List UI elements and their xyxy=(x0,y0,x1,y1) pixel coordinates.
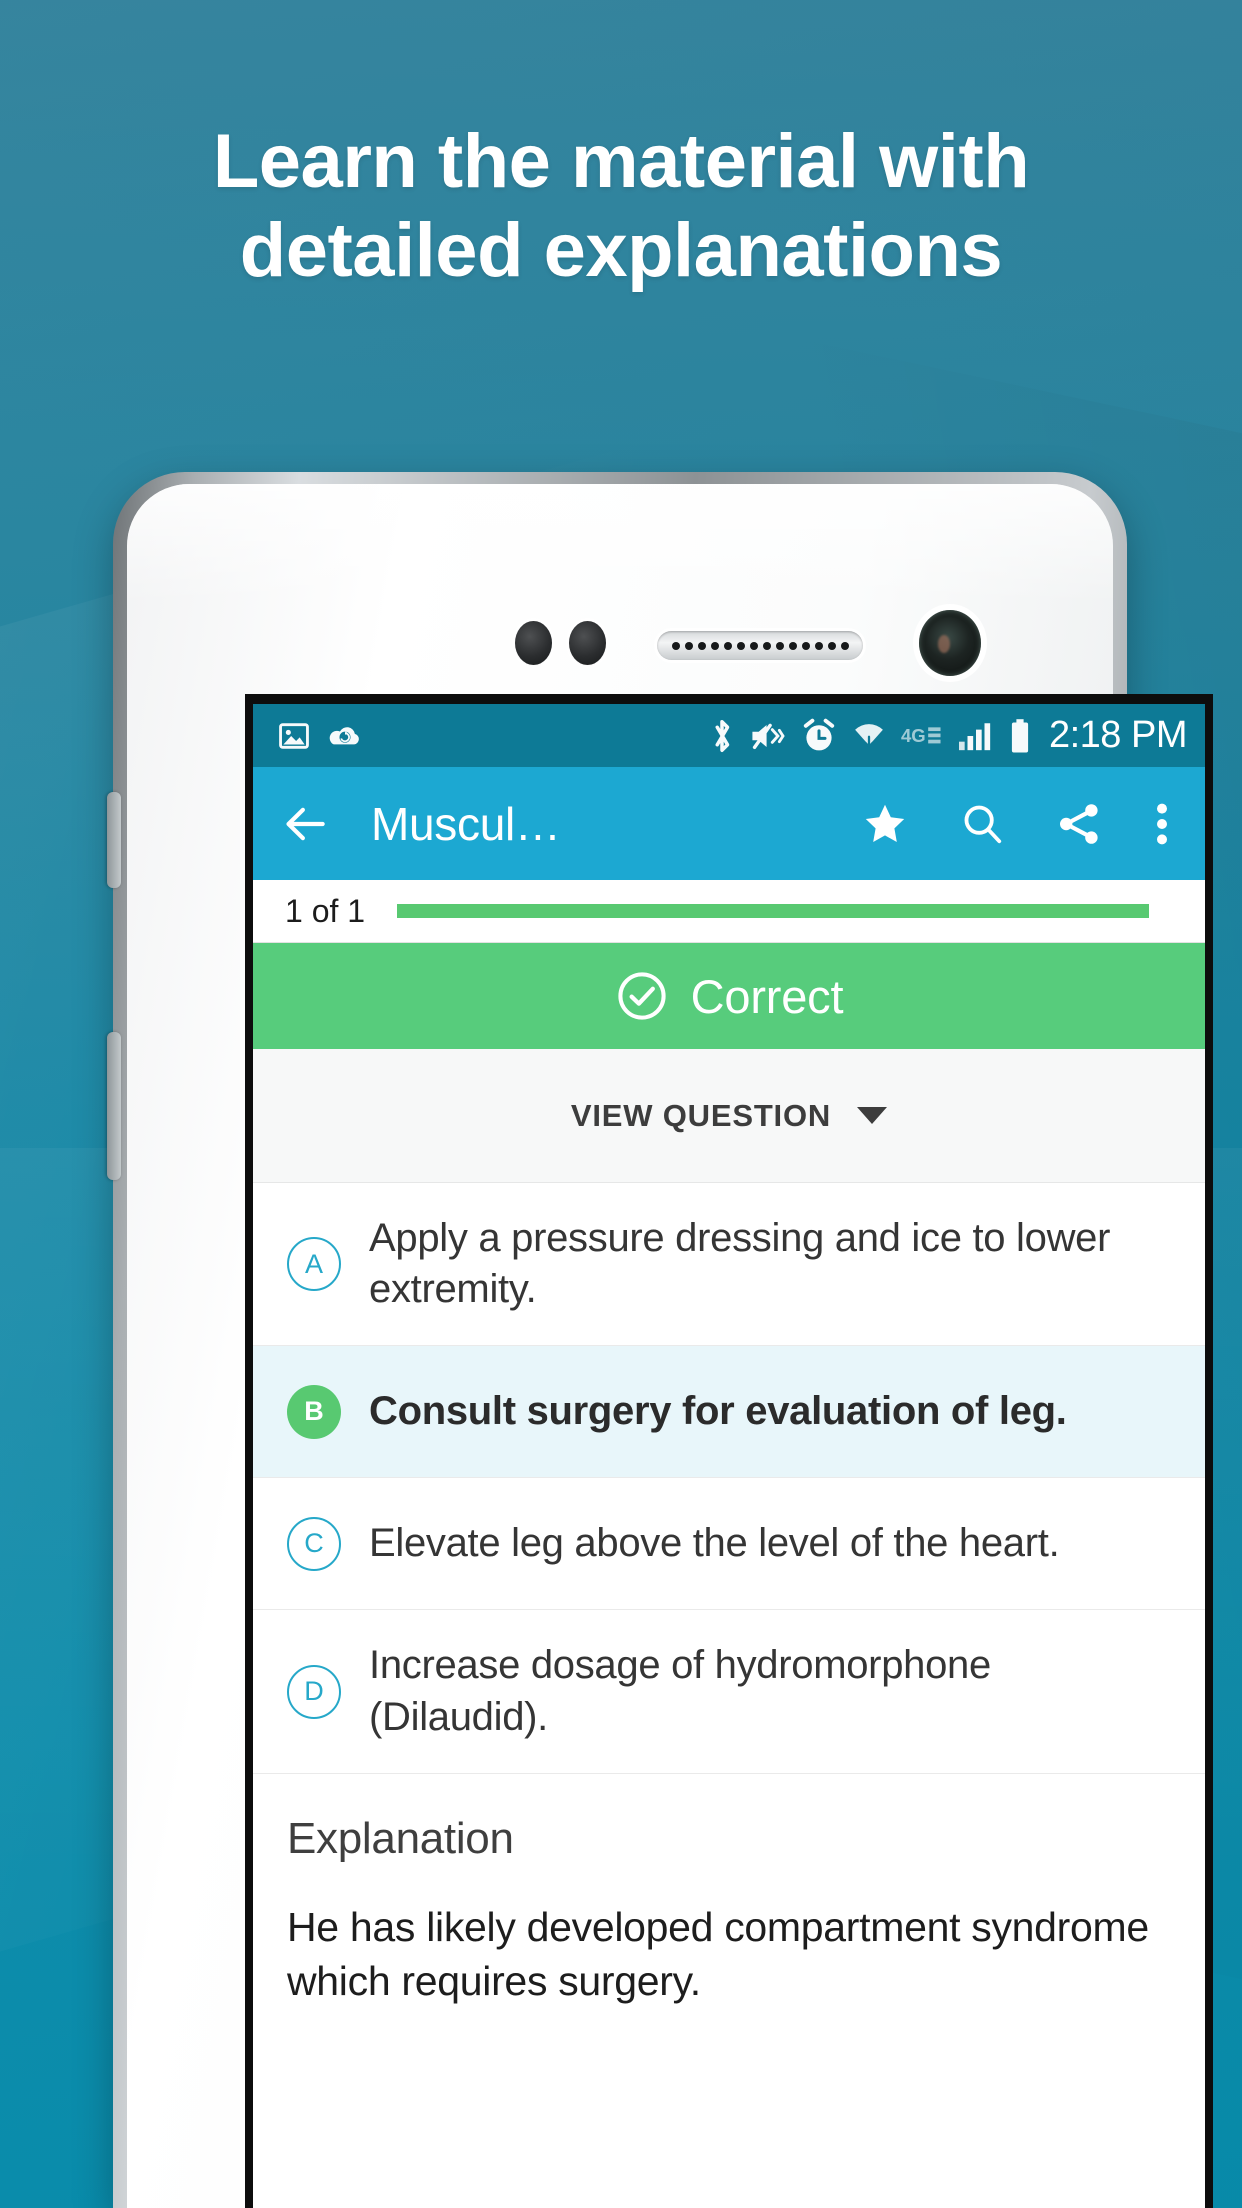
chevron-down-icon xyxy=(857,1107,888,1124)
result-banner-text: Correct xyxy=(690,969,844,1023)
volume-mute-icon xyxy=(752,723,785,749)
battery-icon xyxy=(1011,718,1029,752)
phone-mockup: 4G 2:18 PM Muscul… 1 of 1 Correct VIEW Q… xyxy=(107,472,1213,2208)
view-question-toggle[interactable]: VIEW QUESTION xyxy=(253,1049,1205,1183)
explanation-body: He has likely developed compartment synd… xyxy=(287,1903,1149,2005)
check-circle-icon xyxy=(618,972,666,1020)
alarm-icon xyxy=(803,718,835,750)
share-icon xyxy=(1060,803,1098,844)
option-text: Elevate leg above the level of the heart… xyxy=(369,1521,1060,1566)
option-letter-badge: D xyxy=(287,1664,341,1719)
light-sensor-icon xyxy=(569,621,606,665)
status-bar-clock: 2:18 PM xyxy=(1048,714,1188,756)
option-text: Consult surgery for evaluation of leg. xyxy=(369,1389,1067,1434)
svg-text:4G: 4G xyxy=(901,725,926,746)
phone-screen: 4G 2:18 PM Muscul… 1 of 1 Correct VIEW Q… xyxy=(253,704,1205,2208)
favorite-button[interactable] xyxy=(861,800,909,848)
earpiece-speaker-icon xyxy=(657,631,863,660)
overflow-menu-icon xyxy=(1157,803,1167,844)
option-letter-badge: A xyxy=(287,1237,341,1292)
signal-bars-icon xyxy=(958,722,991,750)
proximity-sensor-icon xyxy=(515,621,552,665)
overflow-menu-button[interactable] xyxy=(1153,800,1171,848)
screenshot-icon xyxy=(279,722,309,749)
progress-counter: 1 of 1 xyxy=(285,892,366,929)
result-banner: Correct xyxy=(253,943,1205,1049)
search-icon xyxy=(964,805,1002,843)
search-button[interactable] xyxy=(959,801,1005,847)
explanation-title: Explanation xyxy=(287,1813,514,1863)
volume-up-button[interactable] xyxy=(107,792,121,888)
status-bar-notifications xyxy=(277,719,363,753)
view-question-label: VIEW QUESTION xyxy=(570,1097,832,1133)
app-bar-actions xyxy=(861,800,1179,848)
option-text: Increase dosage of hydromorphone (Dilaud… xyxy=(369,1643,991,1739)
status-bar-system-icons: 4G 2:18 PM xyxy=(709,714,1188,757)
page-title: Muscul… xyxy=(371,797,561,850)
front-camera-icon xyxy=(919,610,981,676)
answer-option-a[interactable]: A Apply a pressure dressing and ice to l… xyxy=(253,1183,1205,1347)
promo-headline-line-2: detailed explanations xyxy=(239,207,1003,293)
progress-bar xyxy=(397,904,1149,918)
progress-bar-fill xyxy=(397,904,1149,918)
app-bar: Muscul… xyxy=(253,767,1205,880)
answer-option-d[interactable]: D Increase dosage of hydromorphone (Dila… xyxy=(253,1610,1205,1774)
volume-down-button[interactable] xyxy=(107,1032,121,1180)
option-letter-badge: C xyxy=(287,1516,341,1571)
share-button[interactable] xyxy=(1055,800,1103,848)
promo-headline-line-1: Learn the material with xyxy=(212,119,1030,204)
star-icon xyxy=(865,804,905,842)
option-letter-badge: B xyxy=(287,1384,341,1439)
wifi-icon xyxy=(855,723,883,748)
4glte-icon: 4G xyxy=(901,725,941,746)
screen-bezel: 4G 2:18 PM Muscul… 1 of 1 Correct VIEW Q… xyxy=(245,694,1213,2208)
status-bar: 4G 2:18 PM xyxy=(253,704,1205,767)
promo-headline: Learn the material with detailed explana… xyxy=(0,118,1242,296)
option-text: Apply a pressure dressing and ice to low… xyxy=(369,1216,1111,1312)
cloud-sync-icon xyxy=(329,726,359,744)
back-button[interactable] xyxy=(281,799,331,849)
explanation-section: Explanation He has likely developed comp… xyxy=(253,1773,1205,2009)
bluetooth-icon xyxy=(715,719,730,752)
back-arrow-icon xyxy=(286,807,325,840)
quiz-progress-row: 1 of 1 xyxy=(253,880,1205,943)
answer-option-c[interactable]: C Elevate leg above the level of the hea… xyxy=(253,1478,1205,1611)
answer-option-b[interactable]: B Consult surgery for evaluation of leg. xyxy=(253,1346,1205,1479)
